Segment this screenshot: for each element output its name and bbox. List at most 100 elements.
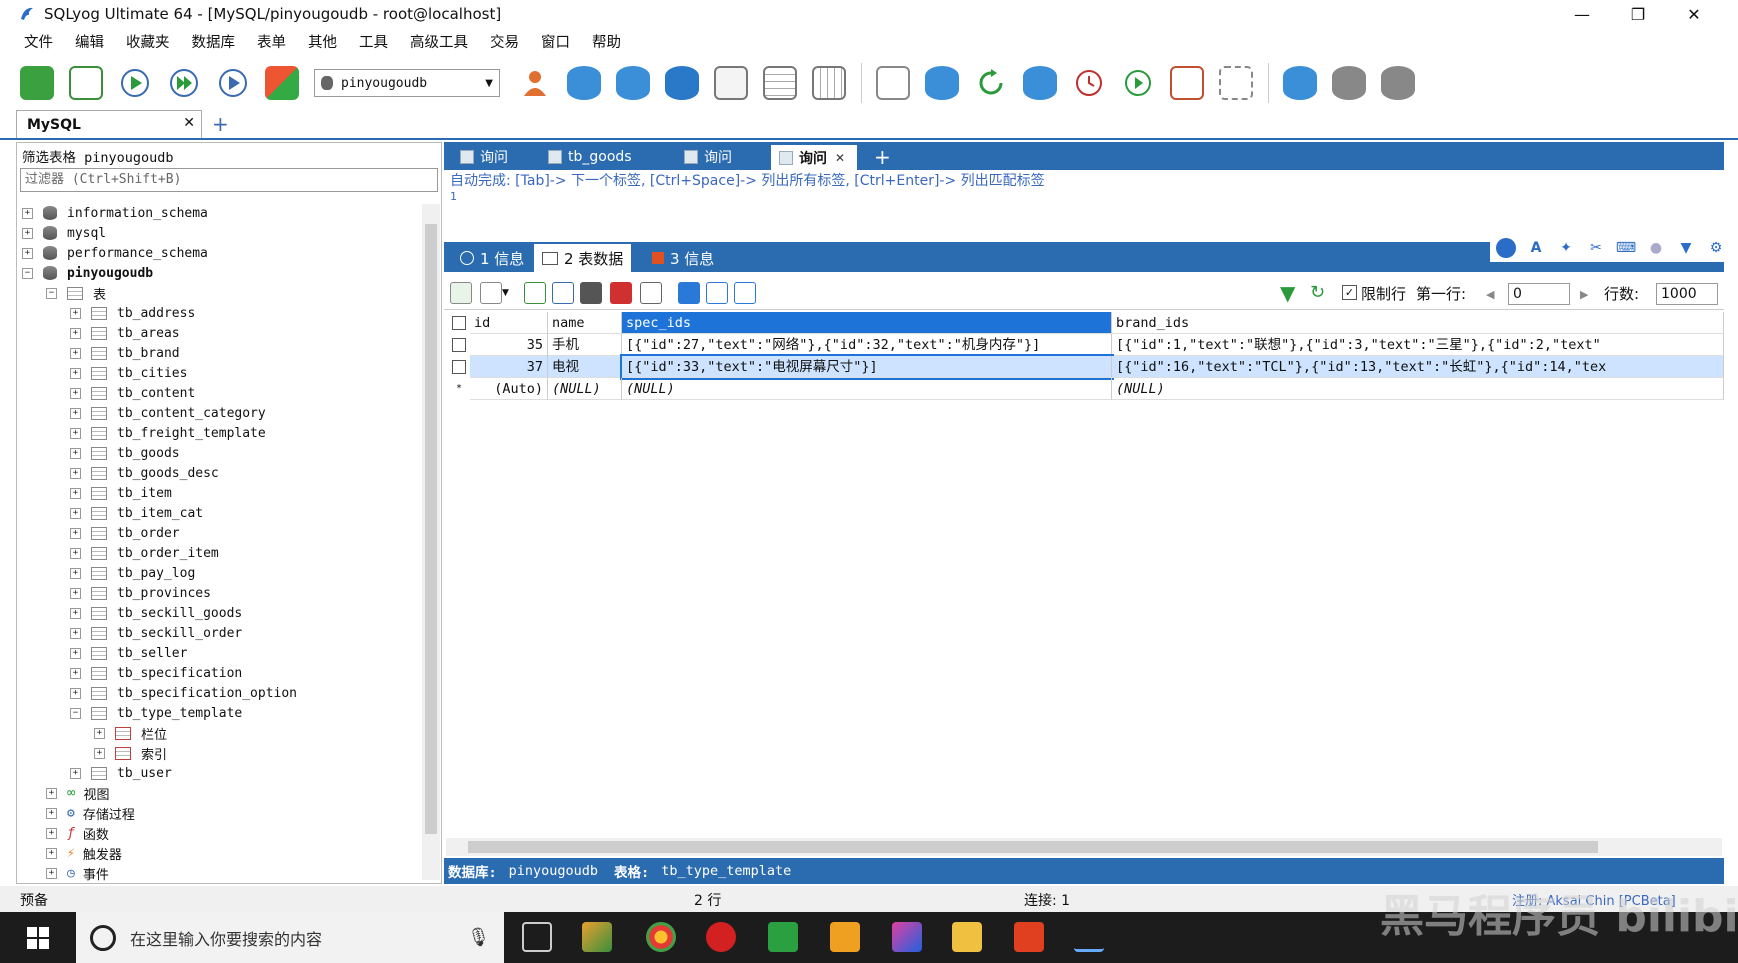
expand-icon[interactable]: + [22, 227, 33, 239]
text-view-icon[interactable] [734, 282, 756, 304]
schema-compare-icon[interactable] [1170, 66, 1204, 100]
add-query-tab-button[interactable]: + [866, 144, 891, 170]
refresh-icon[interactable]: ↻ [1310, 282, 1332, 304]
expand-icon[interactable]: + [46, 847, 57, 859]
result-mode-icon[interactable] [480, 282, 502, 304]
query-tab-1[interactable]: 询问 [452, 144, 540, 170]
chrome-icon[interactable] [646, 922, 676, 952]
taskbar-search-input[interactable]: 在这里输入你要搜索的内容 🎙 [76, 912, 504, 963]
restore-button[interactable]: ❐ [1610, 0, 1666, 28]
expand-icon[interactable]: + [70, 407, 81, 419]
file-explorer-icon[interactable] [952, 922, 982, 952]
expand-icon[interactable]: + [70, 527, 81, 539]
tree-table-tb_order_item[interactable]: + tb_order_item [70, 544, 219, 562]
tree-indexes[interactable]: + 索引 [94, 744, 167, 763]
grid-cell-spec_ids[interactable]: [{"id":33,"text":"电视屏幕尺寸"}] [620, 354, 1114, 380]
tree-db-performance_schema[interactable]: + performance_schema [22, 244, 208, 262]
column-header-brand_ids[interactable]: brand_ids [1112, 312, 1724, 334]
tree-table-tb_content_category[interactable]: + tb_content_category [70, 404, 266, 422]
menu-table[interactable]: 表单 [257, 31, 286, 52]
expand-icon[interactable]: + [70, 687, 81, 699]
wand-icon[interactable]: ✦ [1556, 238, 1576, 258]
tree-db-pinyougoudb[interactable]: − pinyougoudb [22, 264, 153, 282]
expand-icon[interactable]: + [70, 307, 81, 319]
duplicate-row-icon[interactable] [552, 282, 574, 304]
close-icon[interactable]: ✕ [183, 115, 195, 131]
tree-table-tb_item_cat[interactable]: + tb_item_cat [70, 504, 203, 522]
create-database-icon[interactable] [567, 66, 601, 100]
expand-icon[interactable]: + [70, 507, 81, 519]
close-window-button[interactable]: ✕ [1666, 0, 1722, 28]
limit-rows-checkbox[interactable]: ✓ [1342, 285, 1357, 300]
menu-advanced-tools[interactable]: 高级工具 [410, 31, 468, 52]
grid-cell-name[interactable]: 电视 [548, 356, 622, 378]
add-connection-button[interactable]: + [212, 112, 229, 136]
select-all-checkbox[interactable] [452, 316, 466, 330]
query-builder-icon[interactable] [876, 66, 910, 100]
task-view-icon[interactable] [522, 922, 552, 952]
tree-table-tb_freight_template[interactable]: + tb_freight_template [70, 424, 266, 442]
query-tab-3[interactable]: 询问 [676, 144, 764, 170]
data-compare-icon[interactable] [1219, 66, 1253, 100]
tree-table-tb_areas[interactable]: + tb_areas [70, 324, 180, 342]
expand-icon[interactable]: + [70, 627, 81, 639]
expand-icon[interactable]: + [70, 547, 81, 559]
tree-table-tb_cities[interactable]: + tb_cities [70, 364, 187, 382]
rows-count-input[interactable]: 1000 [1656, 283, 1718, 305]
result-tab-table-data[interactable]: 2 表数据 [534, 244, 632, 272]
form-view-icon[interactable] [706, 282, 728, 304]
expand-icon[interactable]: + [22, 247, 33, 259]
database-import-icon[interactable] [1381, 66, 1415, 100]
database-export-icon[interactable] [1332, 66, 1366, 100]
expand-icon[interactable]: + [70, 607, 81, 619]
expand-icon[interactable]: + [70, 567, 81, 579]
result-tab-messages-1[interactable]: 1 信息 [452, 244, 532, 272]
menu-favorites[interactable]: 收藏夹 [126, 31, 170, 52]
table-structure-icon[interactable] [812, 66, 846, 100]
tree-folder-4[interactable]: + ◷ 事件 [46, 864, 109, 883]
execute-edit-icon[interactable] [216, 66, 250, 100]
grid-cell-id[interactable]: 37 [470, 356, 548, 378]
delete-icon[interactable] [610, 282, 632, 304]
filter-icon[interactable]: ▼ [1280, 282, 1302, 304]
schema-designer-icon[interactable] [265, 66, 299, 100]
tree-db-mysql[interactable]: + mysql [22, 224, 106, 242]
tree-table-tb_goods[interactable]: + tb_goods [70, 444, 180, 462]
taskbar-app-icon[interactable] [582, 922, 612, 952]
tree-table-tb_seckill_order[interactable]: + tb_seckill_order [70, 624, 242, 642]
result-tab-messages-3[interactable]: 3 信息 [644, 244, 722, 272]
tree-table-tb_specification[interactable]: + tb_specification [70, 664, 242, 682]
row-checkbox[interactable] [452, 338, 466, 352]
prev-page-button[interactable]: ◀ [1486, 288, 1494, 301]
query-tab-active[interactable]: 询问 ✕ [770, 144, 858, 170]
next-page-button[interactable]: ▶ [1580, 288, 1588, 301]
intellij-icon[interactable] [892, 922, 922, 952]
database-copy-icon[interactable] [1283, 66, 1317, 100]
tree-table-tb_specification_option[interactable]: + tb_specification_option [70, 684, 297, 702]
column-header-spec_ids[interactable]: spec_ids [622, 312, 1112, 334]
expand-icon[interactable]: + [46, 787, 57, 799]
tree-table-tb_seckill_goods[interactable]: + tb_seckill_goods [70, 604, 242, 622]
tree-table-tb_provinces[interactable]: + tb_provinces [70, 584, 211, 602]
insert-row-icon[interactable] [450, 282, 472, 304]
menu-transaction[interactable]: 交易 [490, 31, 519, 52]
tree-table-tb_seller[interactable]: + tb_seller [70, 644, 187, 662]
collapse-icon[interactable]: − [46, 287, 57, 299]
expand-icon[interactable]: + [70, 387, 81, 399]
tree-folder-1[interactable]: + ⚙ 存储过程 [46, 804, 135, 823]
execute-query-icon[interactable] [118, 66, 152, 100]
menu-window[interactable]: 窗口 [541, 31, 570, 52]
grid-horizontal-scrollbar[interactable] [446, 838, 1722, 856]
new-row-cell-brand_ids[interactable]: (NULL) [1112, 378, 1724, 400]
scissors-icon[interactable]: ✂ [1586, 238, 1606, 258]
expand-icon[interactable]: + [94, 727, 105, 739]
chevron-down-icon[interactable]: ▼ [502, 282, 512, 304]
expand-icon[interactable]: + [70, 447, 81, 459]
gear-icon[interactable]: ⚙ [1706, 238, 1726, 258]
tree-table-tb_address[interactable]: + tb_address [70, 304, 195, 322]
menu-tools[interactable]: 工具 [359, 31, 388, 52]
expand-icon[interactable]: + [70, 487, 81, 499]
tree-table-tb_order[interactable]: + tb_order [70, 524, 180, 542]
tree-table-tb_pay_log[interactable]: + tb_pay_log [70, 564, 195, 582]
expand-icon[interactable]: + [94, 747, 105, 759]
